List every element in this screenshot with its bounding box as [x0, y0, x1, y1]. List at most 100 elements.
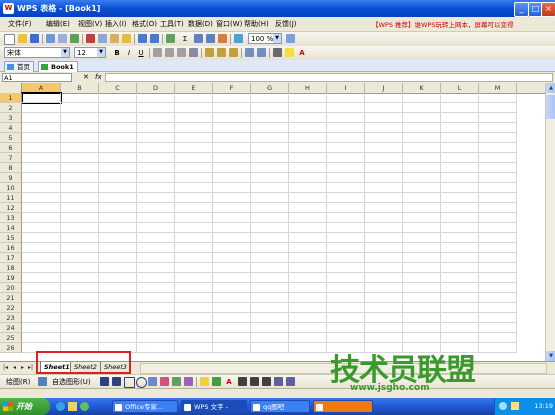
menu-window[interactable]: 窗口(W): [216, 19, 242, 29]
align-center-icon[interactable]: [165, 48, 174, 57]
tab-home[interactable]: 首页: [4, 61, 34, 72]
line-icon[interactable]: [100, 377, 109, 386]
select-objects-icon[interactable]: [38, 377, 47, 386]
line-color-icon[interactable]: [212, 377, 221, 386]
row-header-5[interactable]: 5: [0, 133, 22, 143]
clipart-icon[interactable]: [172, 377, 181, 386]
new-file-icon[interactable]: [4, 34, 15, 45]
borders-icon[interactable]: [273, 48, 282, 57]
align-right-icon[interactable]: [177, 48, 186, 57]
tab-book1[interactable]: Book1: [38, 61, 78, 72]
menu-file[interactable]: 文件(F): [8, 19, 32, 29]
row-header-23[interactable]: 23: [0, 313, 22, 323]
sort-descending-icon[interactable]: [206, 34, 215, 43]
fill-color-icon[interactable]: [200, 377, 209, 386]
row-header-10[interactable]: 10: [0, 183, 22, 193]
taskbar-item-app[interactable]: [313, 400, 373, 413]
chevron-down-icon[interactable]: ▼: [97, 48, 105, 57]
column-header-h[interactable]: H: [289, 83, 327, 93]
italic-button[interactable]: I: [124, 48, 134, 58]
menu-feedback[interactable]: 反馈(J): [275, 19, 297, 29]
zoom-select[interactable]: 100 % ▼: [248, 33, 282, 44]
row-header-25[interactable]: 25: [0, 333, 22, 343]
row-header-4[interactable]: 4: [0, 123, 22, 133]
chart-icon[interactable]: [218, 34, 227, 43]
open-folder-icon[interactable]: [18, 34, 27, 43]
row-header-11[interactable]: 11: [0, 193, 22, 203]
scroll-down-icon[interactable]: ▼: [546, 351, 555, 361]
paste-icon[interactable]: [110, 34, 119, 43]
row-header-20[interactable]: 20: [0, 283, 22, 293]
autoshapes-button[interactable]: 自选图形(U): [52, 377, 91, 387]
picture-icon[interactable]: [184, 377, 193, 386]
spellcheck-icon[interactable]: [70, 34, 79, 43]
hyperlink-icon[interactable]: [166, 34, 175, 43]
row-header-12[interactable]: 12: [0, 203, 22, 213]
chevron-down-icon[interactable]: ▼: [61, 48, 69, 57]
row-header-19[interactable]: 19: [0, 273, 22, 283]
column-header-b[interactable]: B: [61, 83, 99, 93]
formula-input[interactable]: [105, 73, 553, 82]
wordart-icon[interactable]: [160, 377, 169, 386]
copy-icon[interactable]: [98, 34, 107, 43]
row-header-6[interactable]: 6: [0, 143, 22, 153]
align-left-icon[interactable]: [153, 48, 162, 57]
shadow-icon[interactable]: [274, 377, 283, 386]
start-button[interactable]: 开始: [0, 398, 50, 415]
percent-icon[interactable]: [217, 48, 226, 57]
column-header-l[interactable]: L: [441, 83, 479, 93]
currency-icon[interactable]: [205, 48, 214, 57]
wps-app-icon[interactable]: W: [3, 3, 14, 14]
column-header-i[interactable]: I: [327, 83, 365, 93]
row-header-13[interactable]: 13: [0, 213, 22, 223]
line-style-icon[interactable]: [238, 377, 247, 386]
font-color-icon[interactable]: A: [224, 377, 234, 387]
ellipse-icon[interactable]: [136, 377, 147, 388]
cancel-check-icon[interactable]: ✕: [83, 73, 89, 81]
font-color-icon[interactable]: A: [297, 48, 307, 58]
taskbar-item-office[interactable]: Office专家...: [112, 400, 178, 413]
last-sheet-icon[interactable]: ▸|: [28, 364, 33, 371]
next-sheet-icon[interactable]: ▸: [21, 364, 24, 371]
column-header-e[interactable]: E: [175, 83, 213, 93]
row-header-18[interactable]: 18: [0, 263, 22, 273]
3d-icon[interactable]: [286, 377, 295, 386]
menu-view[interactable]: 视图(V): [78, 19, 102, 29]
menu-format[interactable]: 格式(O): [132, 19, 157, 29]
print-icon[interactable]: [46, 34, 55, 43]
name-box[interactable]: A1: [2, 73, 72, 82]
menu-tools[interactable]: 工具(T): [160, 19, 184, 29]
outdent-icon[interactable]: [257, 48, 266, 57]
column-header-d[interactable]: D: [137, 83, 175, 93]
menu-edit[interactable]: 编辑(E): [46, 19, 70, 29]
bold-button[interactable]: B: [112, 48, 122, 58]
row-header-26[interactable]: 26: [0, 343, 22, 353]
sort-ascending-icon[interactable]: [194, 34, 203, 43]
row-header-14[interactable]: 14: [0, 223, 22, 233]
column-header-j[interactable]: J: [365, 83, 403, 93]
column-header-f[interactable]: F: [213, 83, 251, 93]
column-header-c[interactable]: C: [99, 83, 137, 93]
scroll-up-icon[interactable]: ▲: [546, 83, 555, 93]
minimize-button[interactable]: _: [514, 2, 529, 17]
save-icon[interactable]: [30, 34, 39, 43]
menu-insert[interactable]: 插入(I): [105, 19, 127, 29]
autosum-icon[interactable]: Σ: [180, 34, 190, 44]
indent-icon[interactable]: [245, 48, 254, 57]
format-painter-icon[interactable]: [122, 34, 131, 43]
network-icon[interactable]: [499, 402, 507, 410]
spreadsheet-grid[interactable]: ABCDEFGHIJKLM 1 2 3 4 5 6 7 8 9 10 11 12 13 14 15 16 17 1…: [0, 83, 545, 361]
undo-icon[interactable]: [138, 34, 147, 43]
column-header-g[interactable]: G: [251, 83, 289, 93]
fill-color-icon[interactable]: [285, 48, 294, 57]
close-button[interactable]: ×: [541, 2, 555, 17]
select-all-corner[interactable]: [0, 83, 22, 93]
row-header-9[interactable]: 9: [0, 173, 22, 183]
merge-center-icon[interactable]: [189, 48, 198, 57]
print-preview-icon[interactable]: [58, 34, 67, 43]
row-header-3[interactable]: 3: [0, 113, 22, 123]
row-header-17[interactable]: 17: [0, 253, 22, 263]
fx-icon[interactable]: fx: [95, 73, 102, 81]
decimal-icon[interactable]: [229, 48, 238, 57]
menu-help[interactable]: 帮助(H): [244, 19, 269, 29]
